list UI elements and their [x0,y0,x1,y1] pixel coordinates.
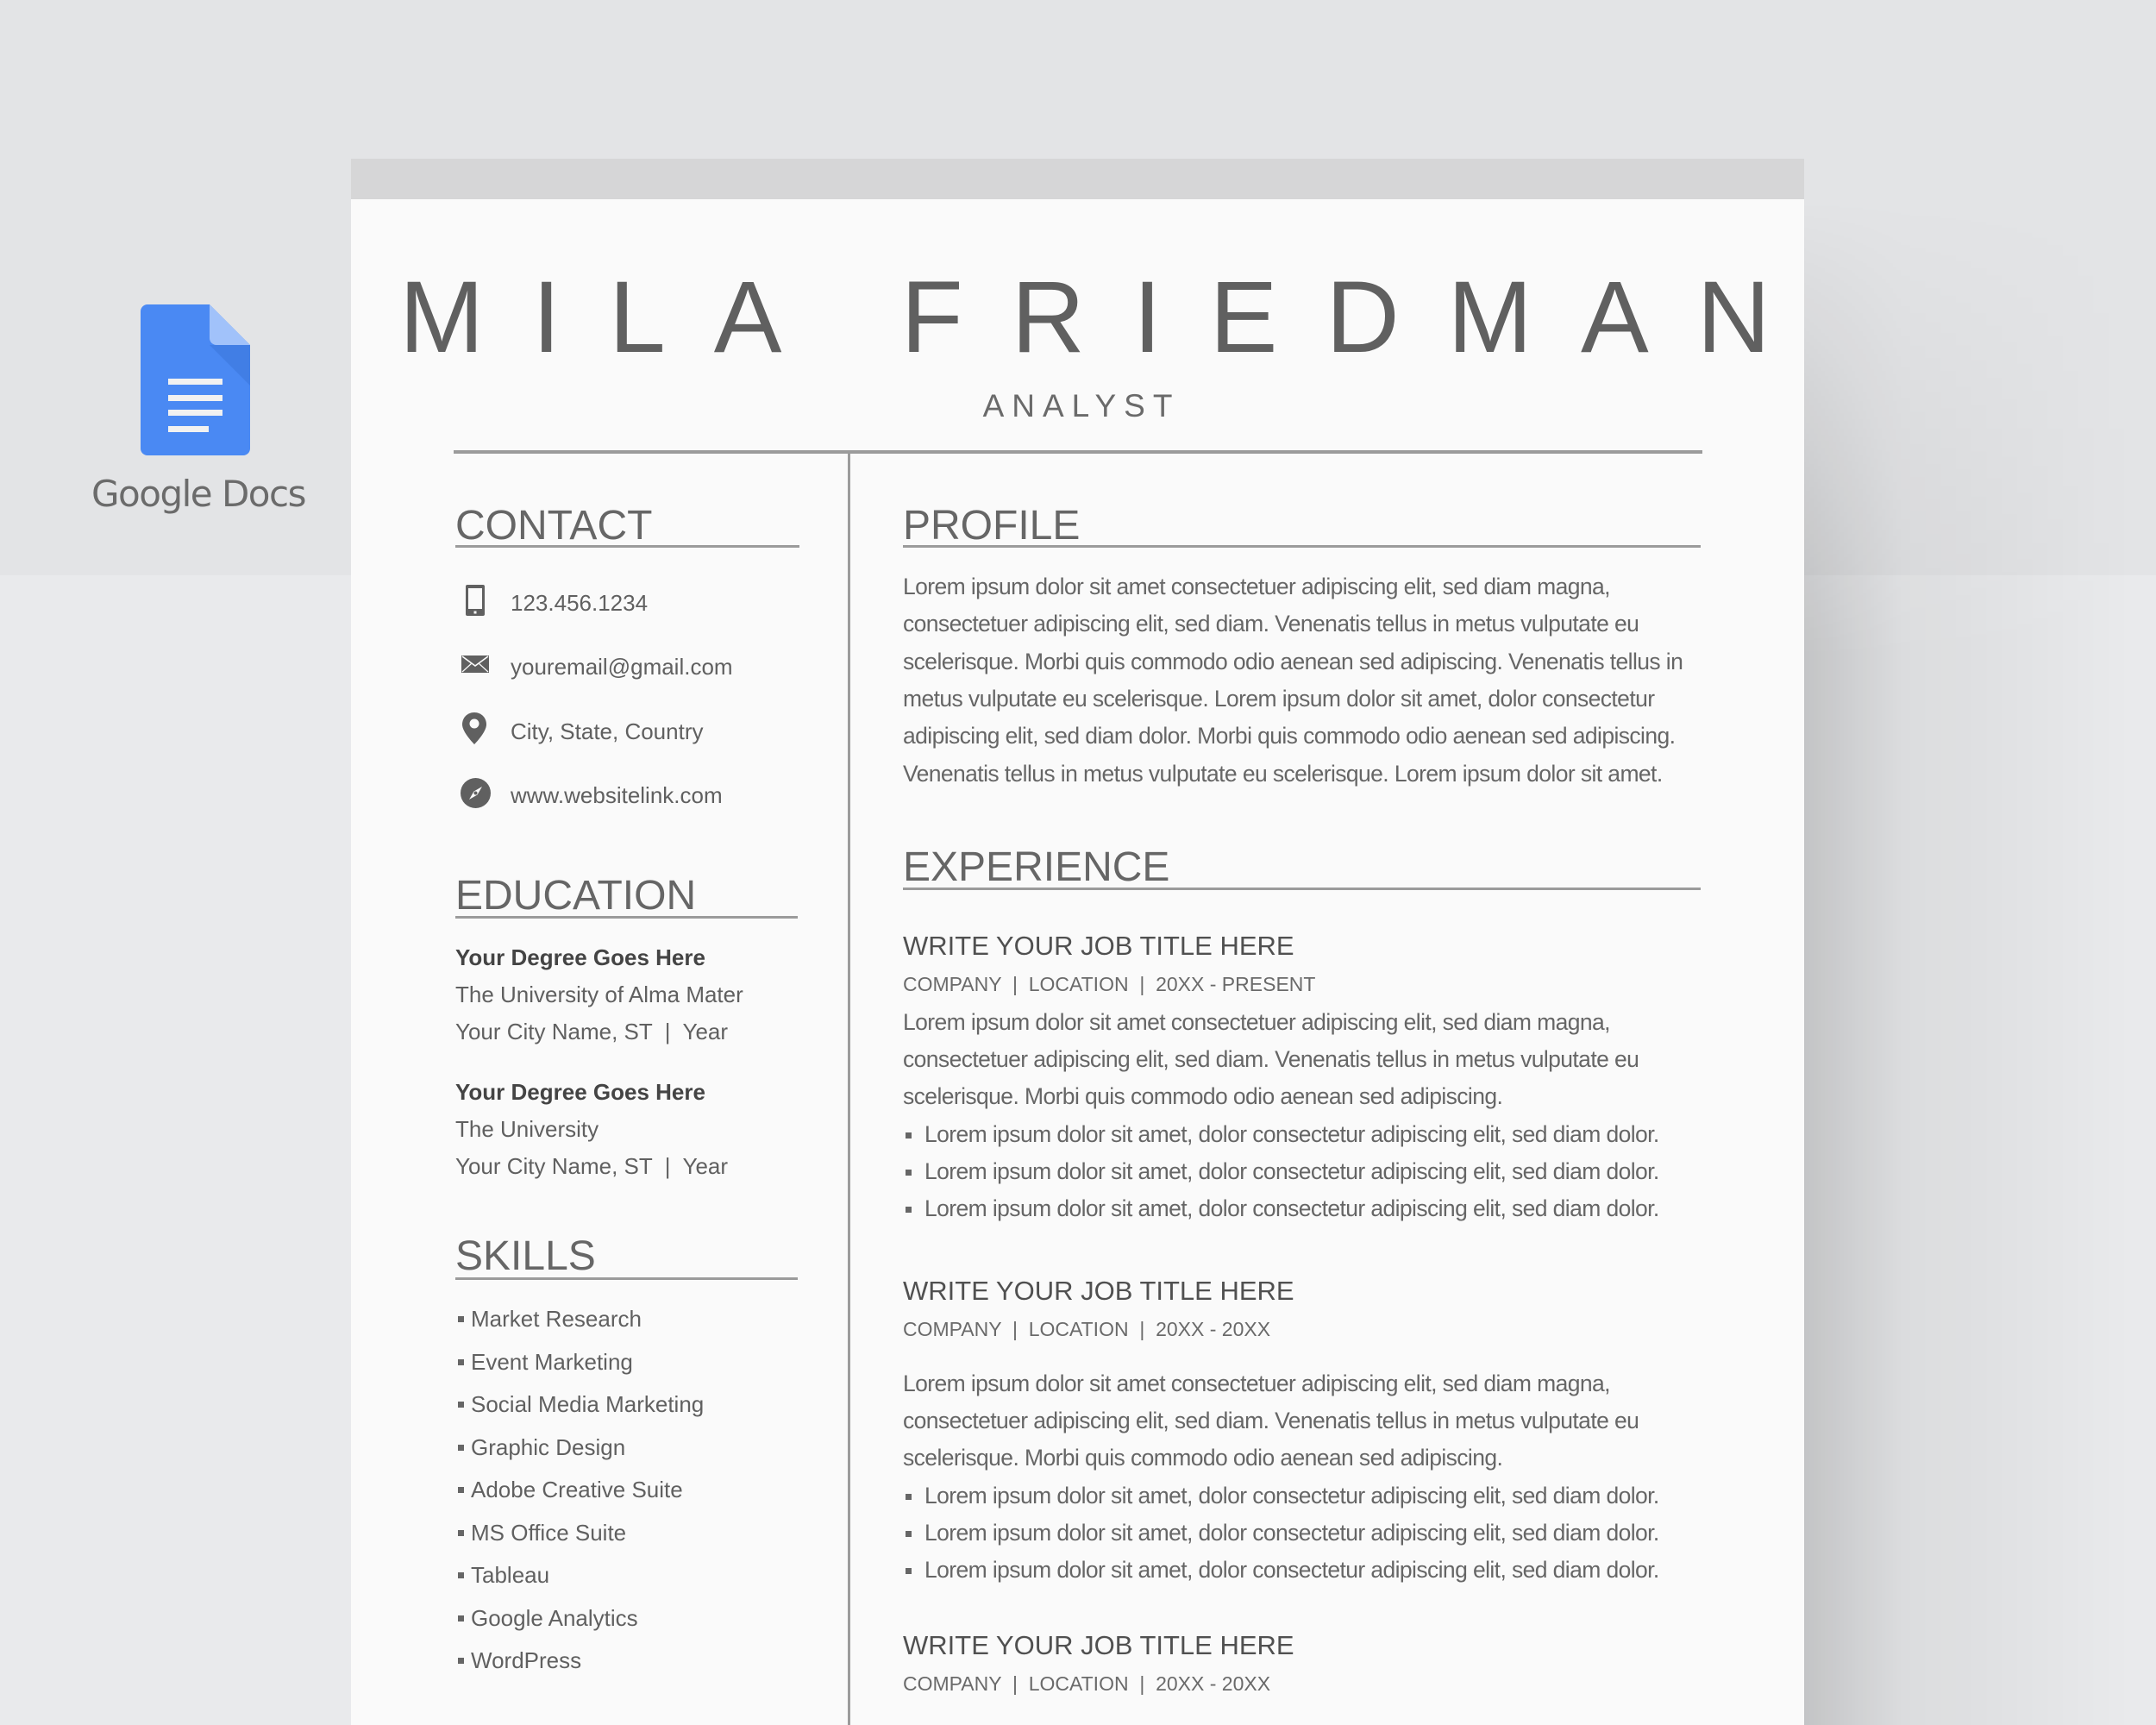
skill-item: Event Marketing [471,1348,633,1375]
experience-heading: EXPERIENCE [903,844,1170,890]
job-bullet: Lorem ipsum dolor sit amet, dolor consec… [924,1519,1659,1546]
skill-item: WordPress [471,1647,582,1673]
bullet-icon [458,1358,464,1365]
google-docs-label: Google Docs [91,473,306,515]
skill-item: Tableau [471,1562,550,1588]
bullet-icon [906,1493,912,1500]
profile-line: metus vulputate eu scelerisque. Lorem ip… [903,685,1655,712]
bullet-icon [458,1658,464,1664]
job-meta: COMPANY | LOCATION | 20XX - PRESENT [903,973,1316,995]
education-school: The University [455,1116,599,1142]
skill-item: Social Media Marketing [471,1391,705,1417]
resume-page: MILA FRIEDMAN ANALYST CONTACT 123.456.12… [351,199,1804,1725]
bullet-icon [458,1316,464,1322]
skill-item: MS Office Suite [471,1519,627,1546]
profile-line: Venenatis tellus in metus vulputate eu s… [903,760,1663,787]
education-degree: Your Degree Goes Here [455,1079,705,1105]
skills-heading: SKILLS [455,1233,596,1279]
map-pin-icon [462,712,486,744]
envelope-icon [461,656,489,673]
compass-icon [461,778,491,808]
skills-rule [455,1277,798,1280]
bullet-icon [906,1530,912,1537]
job-description-line: scelerisque. Morbi quis commodo odio aen… [903,1445,1503,1471]
job-title: WRITE YOUR JOB TITLE HERE [903,1630,1294,1660]
skill-item: Market Research [471,1306,642,1332]
bullet-icon [906,1207,912,1213]
job-title: WRITE YOUR JOB TITLE HERE [903,931,1294,961]
contact-website: www.websitelink.com [511,782,723,808]
profile-line: Lorem ipsum dolor sit amet consectetuer … [903,574,1611,599]
resume-role: ANALYST [982,388,1181,423]
bullet-icon [458,1487,464,1493]
contact-phone: 123.456.1234 [511,590,649,616]
contact-rule [455,545,799,548]
job-title: WRITE YOUR JOB TITLE HERE [903,1276,1294,1306]
page-top-strip [351,159,1804,199]
bullet-icon [458,1444,464,1451]
profile-line: consectetuer adipiscing elit, sed diam. … [903,611,1639,637]
contact-heading: CONTACT [455,503,653,549]
bullet-icon [458,1402,464,1408]
job-bullet: Lorem ipsum dolor sit amet, dolor consec… [924,1157,1659,1184]
experience-rule [903,888,1701,890]
job-description-line: Lorem ipsum dolor sit amet consectetuer … [903,1371,1611,1396]
contact-location: City, State, Country [511,718,704,744]
education-heading: EDUCATION [455,873,697,919]
bullet-icon [906,1132,912,1138]
education-rule [455,916,798,919]
education-location: Your City Name, ST | Year [455,1153,729,1179]
profile-heading: PROFILE [903,503,1081,549]
bullet-icon [458,1615,464,1622]
profile-line: scelerisque. Morbi quis commodo odio aen… [903,648,1683,674]
page-shadow [1804,199,2132,1725]
job-meta: COMPANY | LOCATION | 20XX - 20XX [903,1318,1271,1340]
education-school: The University of Alma Mater [455,982,743,1007]
job-bullet: Lorem ipsum dolor sit amet, dolor consec… [924,1557,1659,1583]
contact-email: youremail@gmail.com [511,654,733,680]
job-description-line: consectetuer adipiscing elit, sed diam. … [903,1408,1639,1434]
resume-name: MILA FRIEDMAN [399,260,1819,374]
skill-item: Google Analytics [471,1604,638,1631]
skill-item: Graphic Design [471,1433,626,1460]
phone-icon [466,585,485,616]
job-bullet: Lorem ipsum dolor sit amet, dolor consec… [924,1482,1659,1509]
bullet-icon [458,1529,464,1536]
profile-rule [903,545,1701,548]
job-meta: COMPANY | LOCATION | 20XX - 20XX [903,1672,1271,1695]
header-rule [454,450,1702,454]
bullet-icon [906,1568,912,1574]
profile-line: adipiscing elit, sed diam dolor. Morbi q… [903,723,1676,750]
bullet-icon [458,1572,464,1578]
job-description-line: scelerisque. Morbi quis commodo odio aen… [903,1083,1503,1110]
job-description-line: consectetuer adipiscing elit, sed diam. … [903,1046,1639,1073]
education-degree: Your Degree Goes Here [455,944,705,970]
bullet-icon [906,1169,912,1176]
job-description-line: Lorem ipsum dolor sit amet consectetuer … [903,1009,1611,1035]
google-docs-icon [141,304,250,455]
column-divider [848,454,850,1725]
job-bullet: Lorem ipsum dolor sit amet, dolor consec… [924,1120,1659,1147]
skill-item: Adobe Creative Suite [471,1477,683,1502]
education-location: Your City Name, ST | Year [455,1019,729,1044]
job-bullet: Lorem ipsum dolor sit amet, dolor consec… [924,1195,1659,1221]
